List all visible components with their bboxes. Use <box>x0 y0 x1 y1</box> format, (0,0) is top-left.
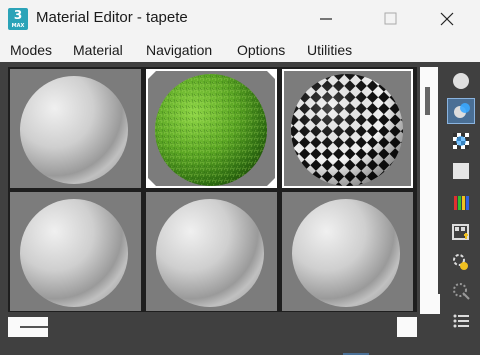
sample-sphere <box>20 76 128 184</box>
close-icon[interactable] <box>426 0 470 38</box>
h-scroll-end[interactable] <box>397 317 417 337</box>
sample-slot-5[interactable] <box>146 192 277 311</box>
hot-material-corner <box>146 69 158 81</box>
bottom-toolbar <box>0 347 480 355</box>
menu-options[interactable]: Options <box>237 42 285 58</box>
sample-slot-3[interactable] <box>282 69 413 188</box>
background-checker-icon[interactable] <box>447 128 475 154</box>
select-by-material-icon[interactable] <box>447 278 475 304</box>
title-bar: 3 MAX Material Editor - tapete <box>0 0 480 38</box>
sample-uv-tiling-icon[interactable] <box>447 158 475 184</box>
sample-sphere <box>156 199 264 307</box>
vertical-scrollbar[interactable] <box>420 67 438 312</box>
window-title: Material Editor - tapete <box>36 9 188 26</box>
sample-slots <box>8 67 417 312</box>
h-scroll-thumb[interactable] <box>20 326 48 328</box>
menu-material[interactable]: Material <box>73 42 123 58</box>
menu-navigation[interactable]: Navigation <box>146 42 212 58</box>
minimize-icon[interactable] <box>304 0 348 38</box>
sample-slot-2[interactable] <box>146 69 277 188</box>
sample-sphere <box>292 199 400 307</box>
sample-sphere <box>20 199 128 307</box>
scroll-corner <box>420 294 440 314</box>
app-icon[interactable]: 3 MAX <box>8 8 28 30</box>
maximize-icon[interactable] <box>368 0 412 38</box>
make-preview-icon[interactable] <box>447 220 475 246</box>
sample-slot-1[interactable] <box>10 69 141 188</box>
sample-type-sphere-icon[interactable] <box>447 68 475 94</box>
menu-utilities[interactable]: Utilities <box>307 42 352 58</box>
backlight-icon[interactable] <box>447 98 475 124</box>
material-editor-main <box>0 62 480 355</box>
sample-slot-4[interactable] <box>10 192 141 311</box>
app-icon-sub: MAX <box>11 23 25 29</box>
menu-modes[interactable]: Modes <box>10 42 52 58</box>
material-map-navigator-icon[interactable] <box>447 308 475 334</box>
sample-slot-6[interactable] <box>282 192 413 311</box>
app-icon-label: 3 <box>13 8 23 22</box>
options-icon[interactable] <box>447 249 475 275</box>
video-color-check-icon[interactable] <box>447 190 475 216</box>
scroll-thumb[interactable] <box>425 87 430 115</box>
side-toolbar <box>444 62 480 355</box>
menu-bar: Modes Material Navigation Options Utilit… <box>0 38 480 62</box>
